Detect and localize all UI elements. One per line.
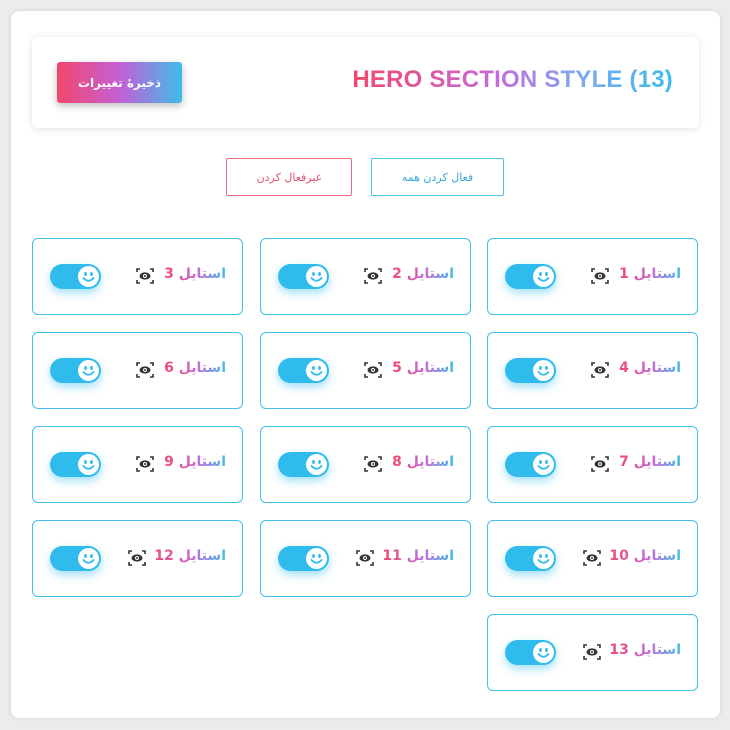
smiley-icon: [533, 360, 554, 381]
style-number: 11: [382, 548, 402, 564]
style-number: 3: [164, 266, 174, 282]
style-card-label: استایل 10: [609, 548, 681, 564]
style-card: استایل 8: [260, 426, 471, 503]
smiley-icon: [533, 548, 554, 569]
style-number: 13: [609, 642, 629, 658]
style-label-text: استایل: [406, 548, 454, 564]
style-label-text: استایل: [178, 454, 226, 470]
header-card: ذخیرهٔ تغییرات HERO SECTION STYLE (13): [32, 37, 699, 128]
save-changes-button[interactable]: ذخیرهٔ تغییرات: [57, 62, 182, 103]
style-number: 6: [164, 360, 174, 376]
smiley-icon: [533, 454, 554, 475]
style-card-label: استایل 11: [382, 548, 454, 564]
style-card-label: استایل 3: [164, 266, 226, 282]
style-card-label: استایل 1: [619, 266, 681, 282]
style-card: استایل 3: [32, 238, 243, 315]
style-label-text: استایل: [406, 454, 454, 470]
style-card: استایل 5: [260, 332, 471, 409]
style-label-text: استایل: [633, 548, 681, 564]
smiley-icon: [306, 266, 327, 287]
style-number: 7: [619, 454, 629, 470]
eye-icon[interactable]: [364, 268, 382, 284]
enable-all-button[interactable]: فعال کردن همه: [371, 158, 504, 196]
style-card: استایل 12: [32, 520, 243, 597]
style-toggle[interactable]: [278, 264, 329, 289]
style-toggle[interactable]: [278, 358, 329, 383]
style-label-text: استایل: [178, 548, 226, 564]
style-toggle[interactable]: [505, 546, 556, 571]
style-toggle[interactable]: [505, 264, 556, 289]
style-toggle[interactable]: [505, 452, 556, 477]
eye-icon[interactable]: [364, 456, 382, 472]
eye-icon[interactable]: [591, 362, 609, 378]
style-label-text: استایل: [178, 360, 226, 376]
style-toggle[interactable]: [50, 358, 101, 383]
style-number: 1: [619, 266, 629, 282]
eye-icon[interactable]: [356, 550, 374, 566]
style-card-label: استایل 13: [609, 642, 681, 658]
style-card: استایل 13: [487, 614, 698, 691]
style-card: استایل 7: [487, 426, 698, 503]
style-label-text: استایل: [178, 266, 226, 282]
style-card: استایل 4: [487, 332, 698, 409]
style-label-text: استایل: [633, 360, 681, 376]
style-toggle[interactable]: [278, 452, 329, 477]
style-card-label: استایل 2: [392, 266, 454, 282]
eye-icon[interactable]: [591, 268, 609, 284]
style-number: 12: [154, 548, 174, 564]
eye-icon[interactable]: [128, 550, 146, 566]
style-card: استایل 9: [32, 426, 243, 503]
smiley-icon: [306, 454, 327, 475]
style-toggle[interactable]: [278, 546, 329, 571]
smiley-icon: [533, 642, 554, 663]
style-card: استایل 6: [32, 332, 243, 409]
style-toggle[interactable]: [505, 358, 556, 383]
style-card: استایل 11: [260, 520, 471, 597]
smiley-icon: [78, 548, 99, 569]
style-number: 4: [619, 360, 629, 376]
smiley-icon: [78, 266, 99, 287]
style-card: استایل 2: [260, 238, 471, 315]
style-toggle[interactable]: [50, 546, 101, 571]
style-label-text: استایل: [633, 642, 681, 658]
smiley-icon: [78, 360, 99, 381]
style-card-label: استایل 4: [619, 360, 681, 376]
style-label-text: استایل: [406, 266, 454, 282]
style-label-text: استایل: [633, 266, 681, 282]
smiley-icon: [306, 548, 327, 569]
style-number: 5: [392, 360, 402, 376]
smiley-icon: [78, 454, 99, 475]
style-number: 2: [392, 266, 402, 282]
style-card-label: استایل 9: [164, 454, 226, 470]
eye-icon[interactable]: [136, 268, 154, 284]
page-title: HERO SECTION STYLE (13): [352, 66, 673, 93]
smiley-icon: [306, 360, 327, 381]
eye-icon[interactable]: [364, 362, 382, 378]
smiley-icon: [533, 266, 554, 287]
eye-icon[interactable]: [136, 362, 154, 378]
style-number: 10: [609, 548, 629, 564]
style-number: 9: [164, 454, 174, 470]
eye-icon[interactable]: [583, 644, 601, 660]
style-toggle[interactable]: [50, 264, 101, 289]
style-card: استایل 1: [487, 238, 698, 315]
disable-all-button[interactable]: غیرفعال کردن: [226, 158, 352, 196]
style-number: 8: [392, 454, 402, 470]
style-card-label: استایل 8: [392, 454, 454, 470]
style-toggle[interactable]: [50, 452, 101, 477]
style-card-label: استایل 12: [154, 548, 226, 564]
style-toggle[interactable]: [505, 640, 556, 665]
style-card-label: استایل 5: [392, 360, 454, 376]
style-label-text: استایل: [406, 360, 454, 376]
eye-icon[interactable]: [591, 456, 609, 472]
style-card-label: استایل 7: [619, 454, 681, 470]
eye-icon[interactable]: [583, 550, 601, 566]
style-label-text: استایل: [633, 454, 681, 470]
style-card-label: استایل 6: [164, 360, 226, 376]
eye-icon[interactable]: [136, 456, 154, 472]
style-card: استایل 10: [487, 520, 698, 597]
